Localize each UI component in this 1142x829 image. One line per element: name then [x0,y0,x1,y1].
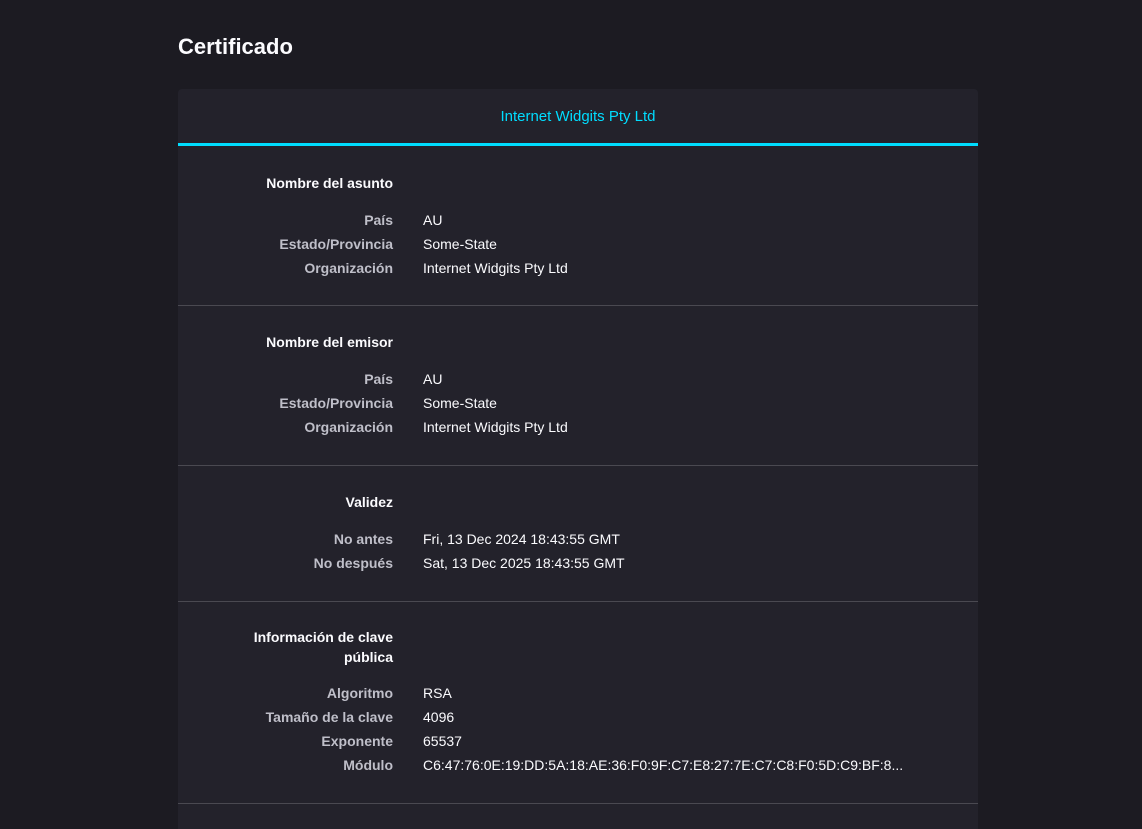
row-value: Internet Widgits Pty Ltd [423,260,568,276]
info-row: País AU [178,367,978,391]
info-row: Estado/Provincia Some-State [178,232,978,256]
info-row: No antes Fri, 13 Dec 2024 18:43:55 GMT [178,527,978,551]
row-value: Sat, 13 Dec 2025 18:43:55 GMT [423,555,625,571]
row-label: Exponente [321,733,393,749]
section-heading-line: pública [343,649,393,665]
row-value: Internet Widgits Pty Ltd [423,419,568,435]
subject-name-section: Nombre del asunto País AU Estado/Provinc… [178,146,978,306]
info-row: Tamaño de la clave 4096 [178,705,978,729]
section-heading: Nombre del asunto [266,175,393,191]
info-row: Módulo C6:47:76:0E:19:DD:5A:18:AE:36:F0:… [178,753,978,777]
info-row: Exponente 65537 [178,729,978,753]
row-label: No después [313,555,393,571]
section-heading: Nombre del emisor [266,334,393,350]
public-key-section: Información de clave pública Algoritmo R… [178,602,978,804]
row-label: Módulo [343,757,393,773]
tab-internet-widgits[interactable]: Internet Widgits Pty Ltd [500,108,655,125]
section-heading: Validez [345,494,393,510]
row-value: Some-State [423,236,497,252]
section-heading-line: Información de clave [253,629,393,645]
issuer-name-section: Nombre del emisor País AU Estado/Provinc… [178,306,978,466]
row-label: No antes [333,531,393,547]
row-value: Fri, 13 Dec 2024 18:43:55 GMT [423,531,620,547]
page-title: Certificado [178,34,293,59]
row-label: Organización [304,260,393,276]
row-value: 65537 [423,733,462,749]
info-row: Organización Internet Widgits Pty Ltd [178,415,978,439]
row-value: AU [423,212,443,228]
info-row: País AU [178,208,978,232]
row-value: 4096 [423,709,455,725]
info-row: Algoritmo RSA [178,681,978,705]
info-row: Estado/Provincia Some-State [178,391,978,415]
info-row: No después Sat, 13 Dec 2025 18:43:55 GMT [178,551,978,575]
validity-section: Validez No antes Fri, 13 Dec 2024 18:43:… [178,466,978,602]
row-label: Estado/Provincia [279,395,393,411]
info-row: Organización Internet Widgits Pty Ltd [178,256,978,280]
row-value: Some-State [423,395,497,411]
row-label: Estado/Provincia [279,236,393,252]
row-label: Algoritmo [326,685,393,701]
row-value: RSA [423,685,452,701]
section-heading: Información de clave pública [223,627,393,667]
row-label: Organización [304,419,393,435]
row-label: País [364,371,393,387]
certificate-tab-bar: Internet Widgits Pty Ltd [178,89,978,146]
row-value: AU [423,371,443,387]
certificate-card: Internet Widgits Pty Ltd Nombre del asun… [178,89,978,829]
row-label: Tamaño de la clave [265,709,393,725]
modulus-value: C6:47:76:0E:19:DD:5A:18:AE:36:F0:9F:C7:E… [423,757,904,773]
row-label: País [364,212,393,228]
